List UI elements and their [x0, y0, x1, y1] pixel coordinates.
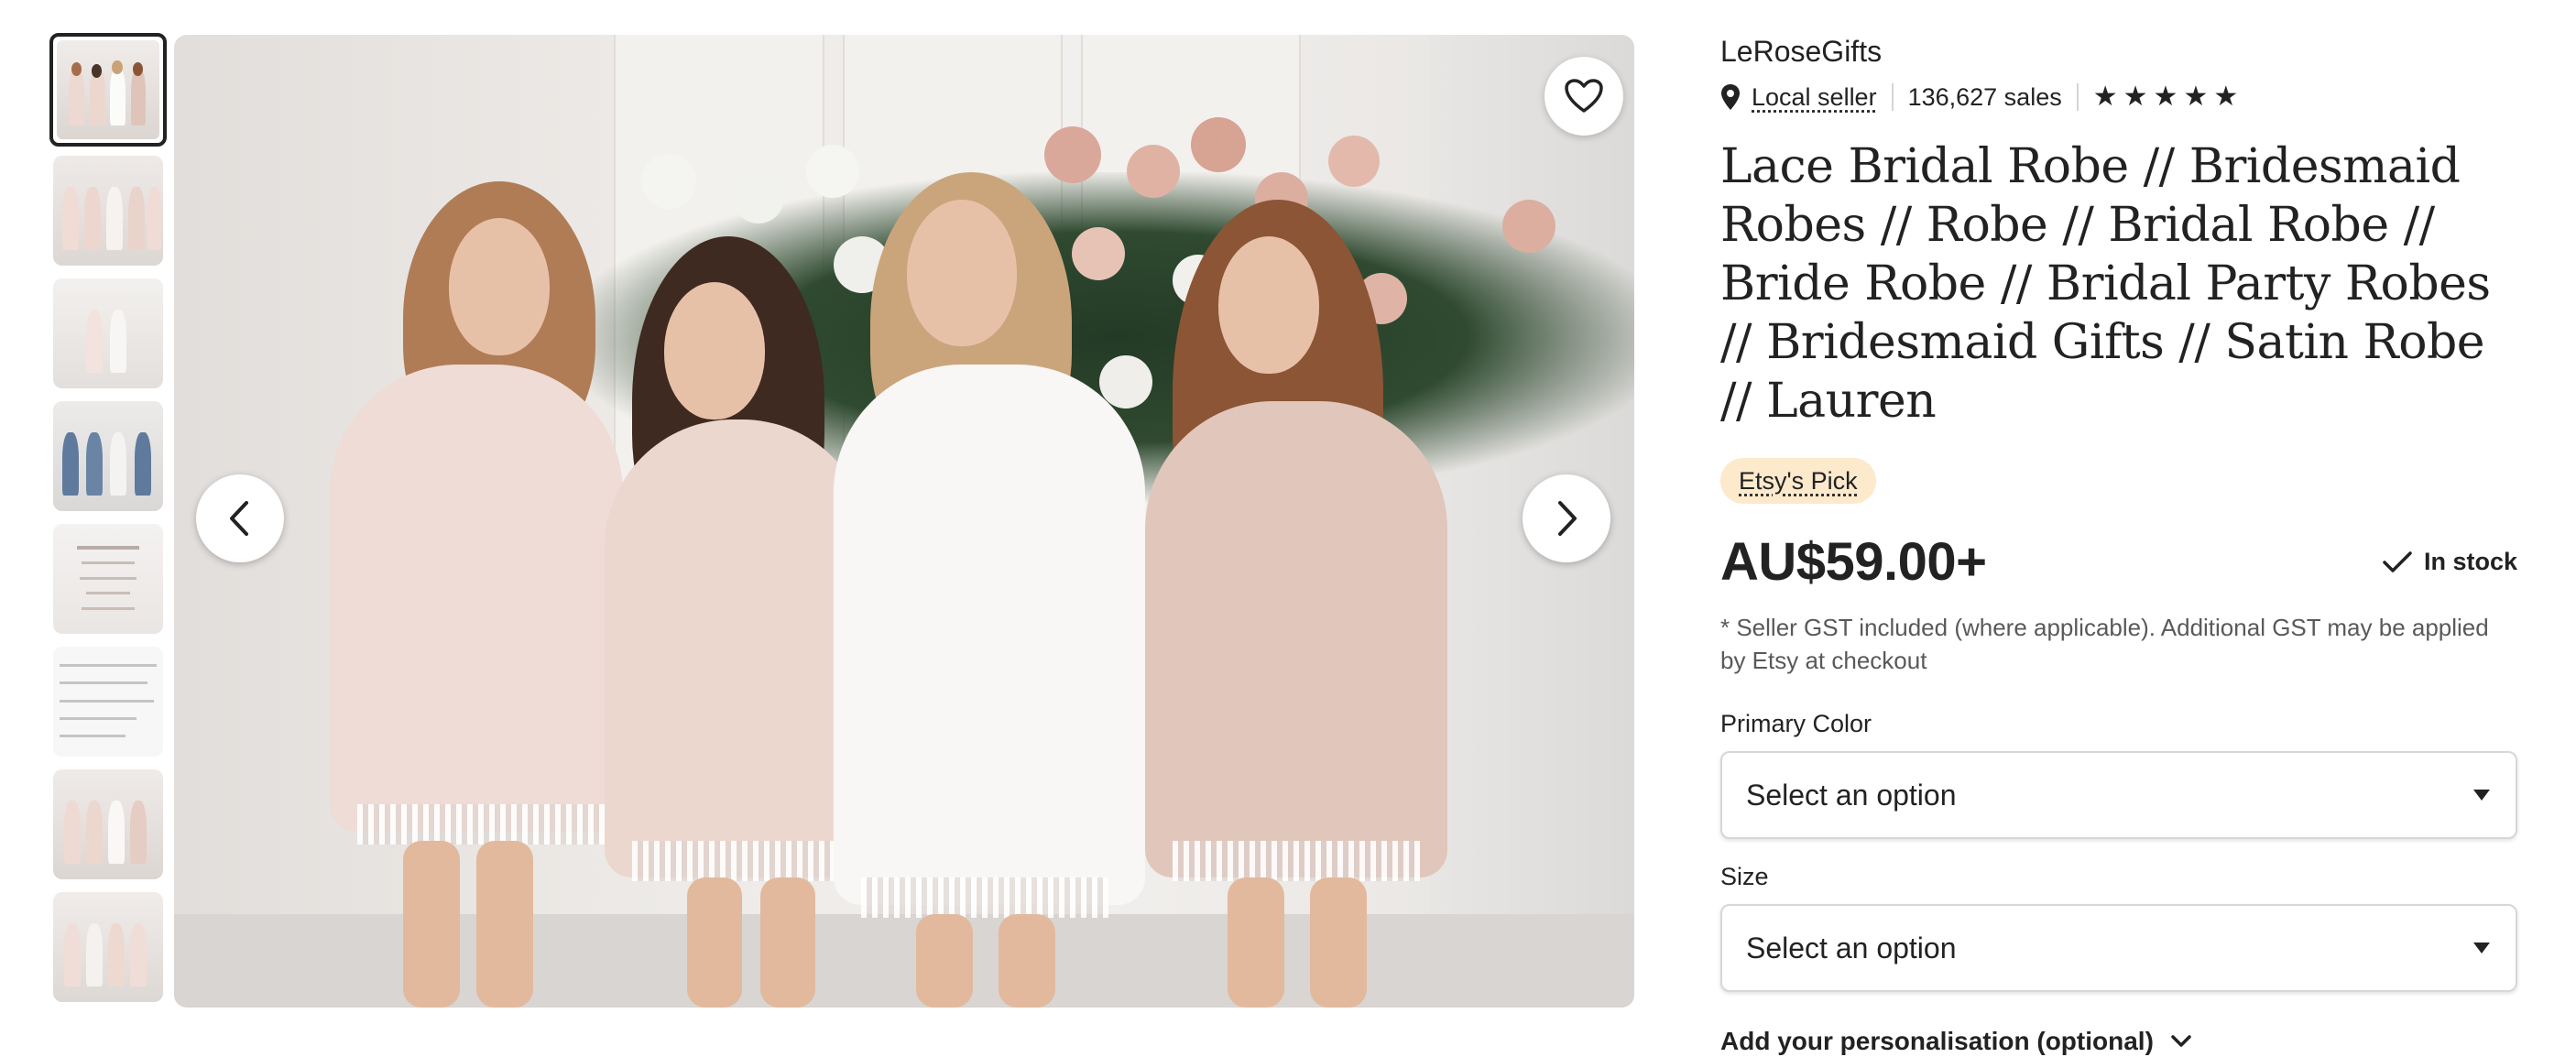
white-rose [641, 154, 696, 209]
robe-blush [330, 365, 623, 832]
primary-color-select[interactable]: Select an option [1720, 751, 2517, 839]
heart-icon [1565, 79, 1603, 113]
listing-page: LeRoseGifts Local seller 136,627 sales ★… [0, 0, 2576, 1057]
leg [999, 914, 1055, 1008]
leg [403, 841, 460, 1008]
main-product-image[interactable] [174, 35, 1634, 1008]
previous-image-button[interactable] [196, 474, 284, 562]
leg [1310, 877, 1367, 1008]
price: AU$59.00+ [1720, 532, 1987, 592]
shop-name-link[interactable]: LeRoseGifts [1720, 33, 2517, 70]
lace-trim [1173, 841, 1420, 881]
local-seller-link[interactable]: Local seller [1752, 83, 1877, 112]
tax-note: * Seller GST included (where applicable)… [1720, 614, 2489, 674]
size-select[interactable]: Select an option [1720, 904, 2517, 992]
listing-title: Lace Bridal Robe // Bridesmaid Robes // … [1720, 139, 2491, 429]
caret-down-icon [2473, 790, 2490, 801]
shop-meta: Local seller 136,627 sales ★ ★ ★ ★ ★ [1720, 79, 2517, 115]
star-icon: ★ [2092, 82, 2118, 112]
leg [476, 841, 533, 1008]
sales-count: 136,627 sales [1907, 82, 2062, 111]
robe-white [834, 365, 1145, 905]
caret-down-icon [2473, 943, 2490, 953]
divider [1891, 83, 1894, 111]
map-pin-icon [1721, 84, 1740, 110]
pink-rose [1044, 126, 1101, 183]
stock-status: In stock [2382, 548, 2517, 576]
chevron-right-icon [1558, 501, 1577, 536]
star-icon: ★ [2123, 82, 2148, 112]
lace-trim [632, 841, 852, 881]
chevron-down-icon [2171, 1035, 2191, 1047]
thumbnail-7[interactable] [53, 769, 163, 879]
primary-color-value: Select an option [1746, 778, 1957, 812]
favorite-button[interactable] [1545, 57, 1623, 136]
thumbnail-6[interactable] [53, 647, 163, 757]
thumbnail-2[interactable] [53, 156, 163, 266]
thumbnail-3[interactable] [53, 278, 163, 388]
thumbnail-8[interactable] [53, 892, 163, 1002]
face [664, 282, 765, 420]
face [449, 218, 550, 355]
price-row: AU$59.00+ In stock [1720, 531, 2517, 593]
divider [2076, 83, 2079, 111]
check-icon [2383, 550, 2412, 572]
badge-label: Etsy's Pick [1739, 467, 1858, 495]
pink-rose [1328, 136, 1380, 187]
pink-rose [1502, 200, 1555, 253]
personalisation-label: Add your personalisation (optional) [1720, 1027, 2154, 1055]
personalisation-toggle[interactable]: Add your personalisation (optional) [1720, 1027, 2517, 1056]
white-rose [806, 145, 859, 198]
stock-label: In stock [2423, 548, 2517, 575]
listing-info-panel: LeRoseGifts Local seller 136,627 sales ★… [1720, 33, 2517, 1056]
white-rose [1099, 355, 1152, 409]
face [1218, 236, 1319, 374]
thumbnail-4[interactable] [53, 401, 163, 511]
floor [174, 914, 1634, 1008]
next-image-button[interactable] [1523, 474, 1610, 562]
etsys-pick-badge[interactable]: Etsy's Pick [1720, 458, 1876, 504]
thumbnail-1[interactable] [49, 33, 167, 147]
pink-rose [1191, 117, 1246, 172]
leg [1228, 877, 1284, 1008]
robe-blush [605, 420, 870, 877]
chevron-left-icon [230, 501, 248, 536]
star-icon: ★ [2153, 82, 2178, 112]
lace-trim [357, 804, 605, 845]
leg [916, 914, 973, 1008]
leg [760, 877, 815, 1008]
primary-color-label: Primary Color [1720, 710, 1872, 737]
white-rose [733, 172, 784, 223]
face [907, 200, 1017, 346]
size-value: Select an option [1746, 931, 1957, 964]
robe-nude [1145, 401, 1447, 877]
star-icon: ★ [2213, 82, 2239, 112]
leg [687, 877, 742, 1008]
star-icon: ★ [2183, 82, 2209, 112]
size-label: Size [1720, 863, 1769, 890]
thumbnail-5[interactable] [53, 524, 163, 634]
thumbnail-strip[interactable] [49, 33, 167, 1015]
lace-trim [861, 877, 1108, 918]
pink-rose [1127, 145, 1180, 198]
pink-rose [1072, 227, 1125, 280]
rating-stars[interactable]: ★ ★ ★ ★ ★ [2093, 83, 2239, 111]
